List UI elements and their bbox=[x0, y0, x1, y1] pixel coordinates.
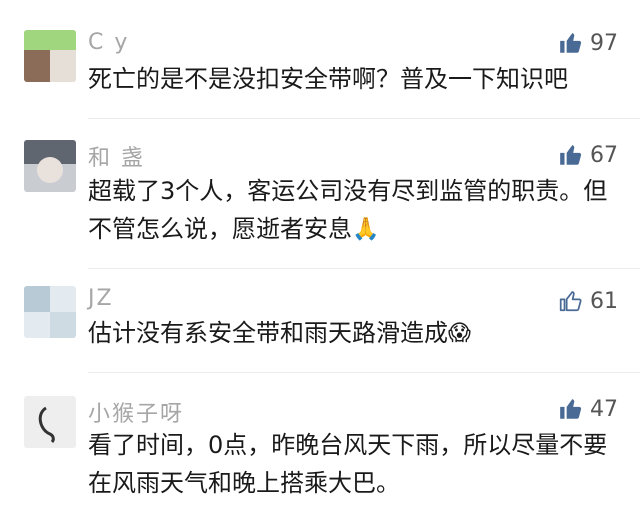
like-button[interactable]: 67 bbox=[558, 142, 618, 168]
like-count: 47 bbox=[590, 396, 618, 422]
like-count: 61 bbox=[590, 288, 618, 314]
like-count: 97 bbox=[590, 30, 618, 56]
like-button[interactable]: 61 bbox=[558, 288, 618, 314]
comment-nickname[interactable]: 和 盏 bbox=[88, 140, 145, 172]
thumbs-up-filled-icon bbox=[560, 33, 582, 53]
comment-nickname[interactable]: C y bbox=[88, 30, 129, 55]
divider bbox=[88, 372, 640, 373]
thumbs-up-filled-icon bbox=[560, 399, 582, 419]
comment-text: 看了时间，0点，昨晚台风天下雨，所以尽量不要在风雨天气和晚上搭乘大巴。 bbox=[88, 426, 620, 502]
like-count: 67 bbox=[590, 142, 618, 168]
thumbs-up-outline-icon bbox=[559, 291, 582, 312]
comment-text: 死亡的是不是没扣安全带啊？普及一下知识吧 bbox=[88, 60, 620, 98]
comment-text: 估计没有系安全带和雨天路滑造成😱 bbox=[88, 314, 620, 353]
comment-nickname[interactable]: 小猴子呀 bbox=[88, 396, 184, 428]
comment-text-body: 死亡的是不是没扣安全带啊？普及一下知识吧 bbox=[88, 65, 568, 93]
avatar[interactable] bbox=[24, 286, 76, 338]
like-button[interactable]: 97 bbox=[558, 30, 618, 56]
comment-text-body: 看了时间，0点，昨晚台风天下雨，所以尽量不要在风雨天气和晚上搭乘大巴。 bbox=[88, 431, 608, 497]
avatar[interactable] bbox=[24, 396, 76, 448]
pray-emoji: 🙏 bbox=[352, 217, 380, 242]
comment-nickname[interactable]: JZ bbox=[88, 286, 114, 311]
avatar[interactable] bbox=[24, 140, 76, 192]
comment-text: 超载了3个人，客运公司没有尽到监管的职责。但不管怎么说，愿逝者安息🙏 bbox=[88, 172, 620, 249]
comment-text-body: 超载了3个人，客运公司没有尽到监管的职责。但不管怎么说，愿逝者安息 bbox=[88, 177, 608, 243]
thumbs-up-filled-icon bbox=[560, 145, 582, 165]
divider bbox=[88, 268, 640, 269]
comment-text-body: 估计没有系安全带和雨天路滑造成 bbox=[88, 319, 448, 347]
divider bbox=[88, 118, 640, 119]
comment-list: C y 97 死亡的是不是没扣安全带啊？普及一下知识吧 和 盏 67 超载了3个… bbox=[0, 0, 640, 511]
scream-emoji: 😱 bbox=[448, 321, 471, 346]
like-button[interactable]: 47 bbox=[558, 396, 618, 422]
avatar[interactable] bbox=[24, 30, 76, 82]
